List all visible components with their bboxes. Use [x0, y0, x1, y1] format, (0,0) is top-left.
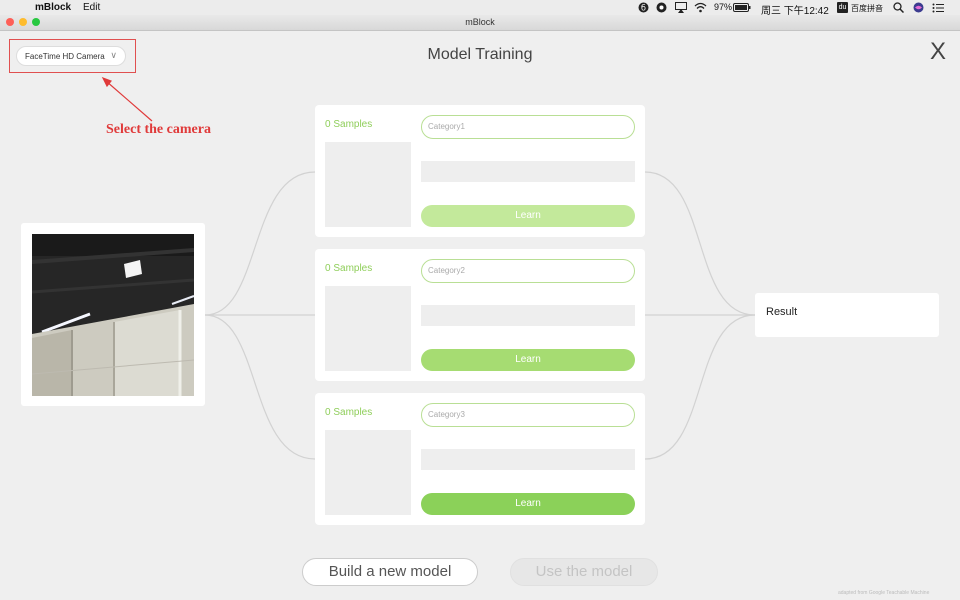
build-new-model-button[interactable]: Build a new model	[302, 558, 478, 586]
credit-text: adapted from Google Teachable Machine	[838, 590, 930, 596]
sample-count: 0 Samples	[325, 263, 373, 274]
category-name-input[interactable]: Category2	[421, 259, 635, 283]
close-icon[interactable]: X	[926, 40, 950, 64]
result-card: Result	[755, 293, 939, 337]
result-label: Result	[766, 306, 798, 318]
webcam-preview	[32, 234, 194, 396]
learn-button[interactable]: Learn	[421, 205, 635, 227]
category-card-2: 0 Samples Category2 Learn	[315, 249, 645, 381]
category-name-input[interactable]: Category3	[421, 403, 635, 427]
learn-button[interactable]: Learn	[421, 493, 635, 515]
sample-thumbnail	[325, 142, 411, 227]
annotation-label: Select the camera	[106, 122, 211, 137]
category-card-3: 0 Samples Category3 Learn	[315, 393, 645, 525]
page-title: Model Training	[427, 46, 533, 63]
sample-thumbnail	[325, 430, 411, 515]
category-name-input[interactable]: Category1	[421, 115, 635, 139]
confidence-bar	[421, 449, 635, 470]
sample-count: 0 Samples	[325, 119, 373, 130]
learn-button[interactable]: Learn	[421, 349, 635, 371]
sample-thumbnail	[325, 286, 411, 371]
sample-count: 0 Samples	[325, 407, 373, 418]
confidence-bar	[421, 305, 635, 326]
use-model-button[interactable]: Use the model	[510, 558, 658, 586]
webcam-preview-card	[21, 223, 205, 406]
category-card-1: 0 Samples Category1 Learn	[315, 105, 645, 237]
confidence-bar	[421, 161, 635, 182]
